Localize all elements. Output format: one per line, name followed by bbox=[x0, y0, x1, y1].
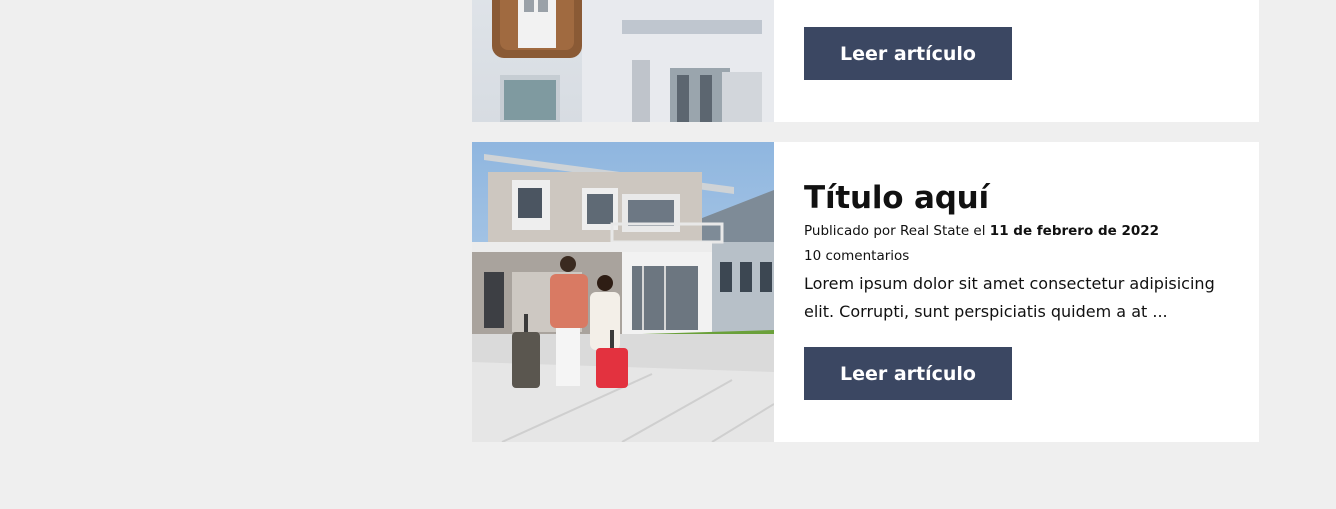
post-body: Leer artículo bbox=[774, 0, 1259, 122]
blog-post-card: Leer artículo bbox=[472, 0, 1259, 122]
blog-post-card: Título aquí Publicado por Real State el … bbox=[472, 142, 1259, 442]
house-key-image bbox=[472, 0, 774, 122]
post-date: 11 de febrero de 2022 bbox=[989, 223, 1160, 239]
couple-with-luggage-image bbox=[472, 142, 774, 442]
post-comments-count: 10 comentarios bbox=[804, 248, 910, 264]
post-excerpt: Lorem ipsum dolor sit amet consectetur a… bbox=[804, 274, 1215, 321]
post-image[interactable] bbox=[472, 142, 774, 442]
post-image[interactable] bbox=[472, 0, 774, 122]
post-body: Título aquí Publicado por Real State el … bbox=[774, 142, 1259, 442]
post-title[interactable]: Título aquí bbox=[804, 180, 989, 216]
post-meta: Publicado por Real State el 11 de febrer… bbox=[804, 223, 1159, 239]
post-author-text: Publicado por Real State el bbox=[804, 223, 990, 239]
read-article-button[interactable]: Leer artículo bbox=[804, 347, 1012, 400]
read-article-button[interactable]: Leer artículo bbox=[804, 27, 1012, 80]
